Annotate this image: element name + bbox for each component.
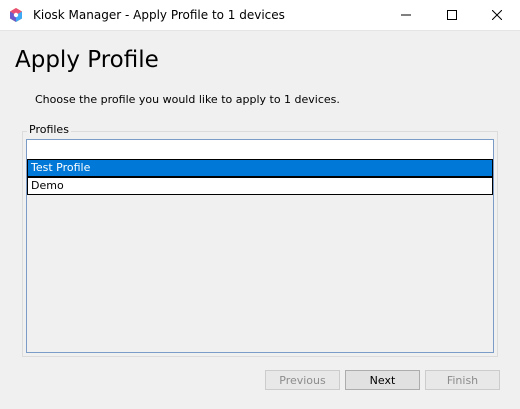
profiles-group-label: Profiles [27, 123, 71, 136]
finish-button[interactable]: Finish [425, 370, 500, 390]
instruction-text: Choose the profile you would like to app… [35, 93, 340, 106]
previous-button[interactable]: Previous [265, 370, 340, 390]
page-title: Apply Profile [15, 47, 159, 73]
minimize-button[interactable] [383, 0, 429, 30]
close-icon [492, 10, 502, 20]
profile-item-demo[interactable]: Demo [27, 177, 493, 195]
maximize-button[interactable] [429, 0, 475, 30]
profiles-list-header [27, 140, 493, 160]
maximize-icon [447, 10, 457, 20]
minimize-icon [401, 10, 411, 20]
next-button[interactable]: Next [345, 370, 420, 390]
kiosk-manager-window: Kiosk Manager - Apply Profile to 1 devic… [0, 0, 520, 409]
profiles-list[interactable]: Test Profile Demo [26, 139, 494, 353]
kiosk-manager-icon [8, 7, 24, 23]
profile-item-test-profile[interactable]: Test Profile [27, 159, 493, 177]
title-bar[interactable]: Kiosk Manager - Apply Profile to 1 devic… [0, 0, 520, 31]
close-button[interactable] [474, 0, 520, 30]
window-title: Kiosk Manager - Apply Profile to 1 devic… [33, 8, 285, 22]
